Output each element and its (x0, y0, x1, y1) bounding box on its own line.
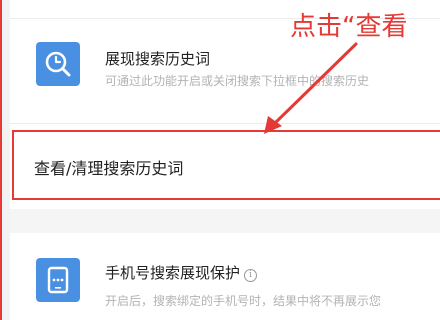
annotation-callout-text: 点击“查看 (290, 12, 408, 42)
divider (10, 123, 440, 124)
setting-phone-search-protection[interactable]: 手机号搜索展现保护 i 开启后，搜索绑定的手机号时，结果中将不再展示您 (10, 254, 440, 320)
phone-lock-icon (36, 258, 80, 302)
setting-title: 手机号搜索展现保护 i (105, 262, 258, 283)
section-spacer (10, 209, 440, 233)
setting-search-history-display[interactable]: 展现搜索历史词 可通过此功能开启或关闭搜索下拉框中的搜索历史 (10, 40, 440, 110)
view-clear-history-label: 查看/清理搜索历史词 (34, 159, 184, 178)
setting-title: 展现搜索历史词 (105, 50, 211, 68)
red-edge-marker (0, 0, 2, 320)
setting-description: 可通过此功能开启或关闭搜索下拉框中的搜索历史 (105, 74, 370, 88)
setting-description: 开启后，搜索绑定的手机号时，结果中将不再展示您 (105, 294, 382, 308)
clock-search-icon (36, 42, 80, 86)
info-icon[interactable]: i (244, 269, 258, 282)
setting-title-text: 手机号搜索展现保护 (105, 264, 241, 282)
view-clear-history-link[interactable]: 查看/清理搜索历史词 (12, 130, 440, 200)
